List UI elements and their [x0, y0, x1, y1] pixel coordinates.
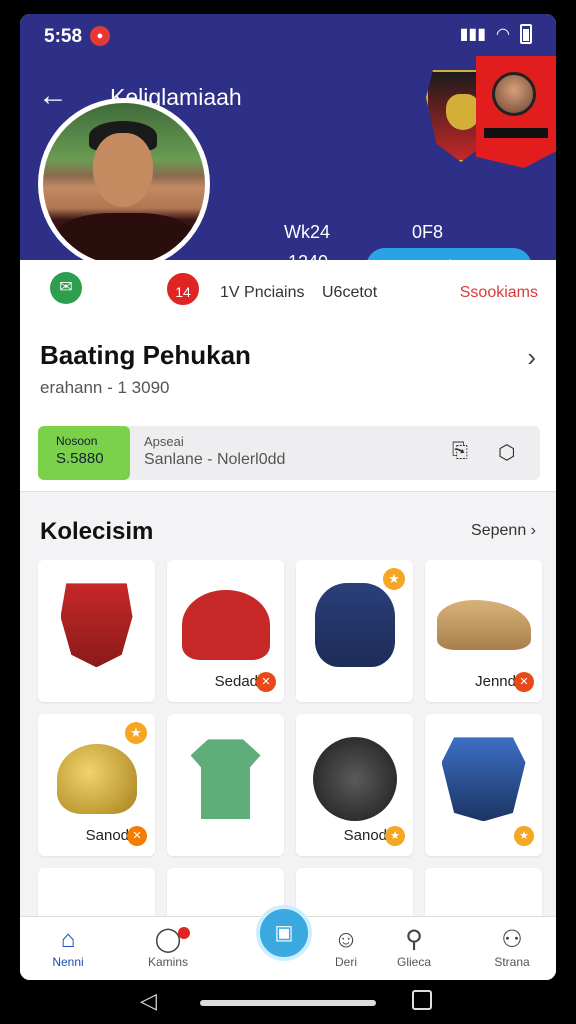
level-badge: 14 [164, 270, 202, 308]
card-label: Jennd [475, 673, 516, 690]
share-icon[interactable]: ⬡ [498, 440, 526, 468]
emblem-item-image [441, 737, 526, 822]
card-label: Sanod [343, 827, 387, 844]
collection-card[interactable]: Sanod ★ [296, 714, 413, 856]
wallet-fab-button[interactable]: ▣ [256, 905, 312, 961]
app-screen: 5:58 ● ▮▮▮ ◠ ← Keliglamiaah Wk24 1240 0F… [20, 14, 556, 980]
stat-label-b: 0F8 [412, 222, 444, 242]
wallet-balance[interactable]: Nosoon S.5880 [38, 426, 130, 480]
crest-item-image [60, 583, 133, 668]
stats-row: 1V Pnciains U6cetot Ssookiams [20, 260, 556, 322]
status-time: 5:58 [44, 26, 83, 47]
stats-count-b[interactable]: U6cetot [322, 284, 377, 302]
avatar-photo [43, 103, 205, 265]
hat-item-image [181, 590, 270, 661]
bottom-nav: ⌂ Nenni ◯ Kamins ▣ ☺ Deri ⚲ Glieca ⚇ Str… [20, 905, 556, 980]
notification-icon: ● [90, 26, 110, 46]
avatar[interactable] [38, 98, 210, 270]
nav-profile[interactable]: ⚇ Strana [472, 925, 552, 969]
back-button[interactable]: ← [38, 78, 74, 114]
team-jersey-card[interactable] [476, 56, 556, 168]
nav-search[interactable]: ⚲ Glieca [374, 925, 454, 969]
card-label: Sanod [85, 827, 129, 844]
wallet-info: Apseai Sanlane - Nolerl0dd [144, 434, 285, 469]
star-icon: ★ [514, 826, 534, 846]
nav-chat[interactable]: ◯ Kamins [128, 925, 208, 969]
collection-card[interactable]: ★ Sanod ✕ [38, 714, 155, 856]
stats-count-a[interactable]: 1V Pnciains [220, 284, 305, 302]
status-icons: ▮▮▮ ◠ [460, 24, 532, 44]
collection-card[interactable]: Sedad ✕ [167, 560, 284, 702]
nav-home[interactable]: ⌂ Nenni [28, 925, 108, 969]
helmet-item-image [56, 744, 137, 815]
collection-card[interactable] [167, 714, 284, 856]
user-handle: erahann - 1 3090 [40, 378, 170, 397]
collection-card[interactable]: ★ [296, 560, 413, 702]
collection-card[interactable]: Jennd ✕ [425, 560, 542, 702]
nav-label: Strana [494, 955, 530, 969]
name-card[interactable]: Baating Pehukan › erahann - 1 3090 Nosoo… [20, 322, 556, 492]
jersey-stripe [484, 128, 548, 138]
card-label: Sedad [214, 673, 258, 690]
see-all-link[interactable]: Sepenn › [471, 522, 536, 540]
wifi-icon: ◠ [496, 26, 510, 43]
chat-icon: ◯ [154, 926, 182, 953]
copy-icon[interactable]: ⎘ [452, 440, 480, 468]
nav-label: Nenni [52, 955, 84, 969]
wallet-info-label: Apseai [144, 434, 184, 449]
collection-card[interactable]: ★ [425, 714, 542, 856]
shirt-item-image [190, 739, 261, 820]
stat-label-a: Wk24 [284, 222, 331, 242]
wallet-balance-value: S.5880 [56, 450, 104, 467]
chat-badge[interactable]: ✉ [46, 268, 86, 308]
wallet-balance-label: Nosoon [56, 434, 98, 448]
tag-icon: ✕ [514, 672, 534, 692]
shield-item-image [312, 737, 397, 822]
search-icon: ⚲ [405, 926, 423, 953]
home-icon: ⌂ [60, 926, 76, 953]
system-nav-bar: ◁ [0, 980, 576, 1024]
tag-icon: ✕ [256, 672, 276, 692]
wallet-info-value: Sanlane - Nolerl0dd [144, 451, 286, 468]
avatar-shirt [55, 213, 195, 265]
star-icon: ★ [383, 568, 405, 590]
status-bar: 5:58 ● ▮▮▮ ◠ [20, 14, 556, 56]
see-all-label: Sepenn [471, 522, 527, 539]
avatar-face [93, 133, 153, 207]
signal-icon: ▮▮▮ [459, 26, 487, 43]
star-icon: ★ [125, 722, 147, 744]
user-name: Baating Pehukan [40, 340, 251, 370]
tag-icon: ✕ [127, 826, 147, 846]
player-avatar-mini [492, 72, 536, 116]
chevron-right-icon[interactable]: › [527, 342, 536, 373]
collection-card[interactable] [38, 560, 155, 702]
bookmarks-link[interactable]: Ssookiams [460, 284, 538, 302]
wallet-row: Nosoon S.5880 Apseai Sanlane - Nolerl0dd… [38, 426, 540, 480]
system-home-button[interactable] [200, 1000, 376, 1006]
nav-label: Glieca [396, 955, 431, 969]
shoe-item-image [436, 600, 531, 651]
system-back-button[interactable]: ◁ [140, 988, 157, 1014]
collection-title: Kolecisim [40, 518, 154, 545]
nav-label: Kamins [147, 955, 188, 969]
armor-item-image [314, 583, 395, 668]
star-icon: ★ [385, 826, 405, 846]
notification-badge [178, 927, 190, 939]
system-recents-button[interactable] [412, 990, 432, 1010]
chat-icon: ✉ [50, 272, 82, 304]
profile-icon: ⚇ [501, 926, 523, 953]
battery-icon [520, 24, 532, 44]
